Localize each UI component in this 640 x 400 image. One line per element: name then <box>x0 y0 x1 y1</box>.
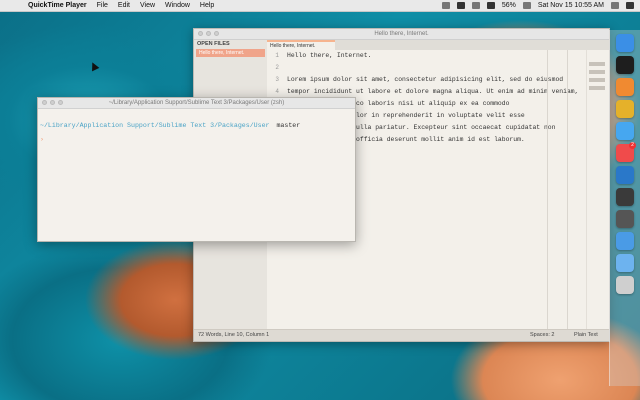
wifi-icon[interactable] <box>486 2 495 9</box>
minimap[interactable] <box>586 50 609 330</box>
indentation-status[interactable]: Spaces: 2 <box>530 332 554 338</box>
downloads-folder-icon[interactable] <box>616 254 634 272</box>
tab-hello[interactable]: Hello there, Internet. <box>267 40 335 50</box>
close-button[interactable] <box>198 31 203 36</box>
dock: 2 <box>609 30 640 386</box>
terminal-window: ~/Library/Application Support/Sublime Te… <box>37 97 356 242</box>
code-line: Lorem ipsum dolor sit amet, consectetur … <box>287 76 564 83</box>
terminal-titlebar[interactable]: ~/Library/Application Support/Sublime Te… <box>38 98 355 109</box>
folder-blue-icon[interactable] <box>616 232 634 250</box>
line-number: 2 <box>275 64 279 71</box>
gold-app-icon[interactable] <box>616 100 634 118</box>
sublime-text-icon[interactable] <box>616 78 634 96</box>
flag-icon[interactable] <box>522 2 531 9</box>
calendar-badge: 2 <box>629 142 636 149</box>
status-icon-3[interactable] <box>471 2 480 9</box>
code-line: Hello there, Internet. <box>287 52 372 59</box>
menu-view[interactable]: View <box>140 2 155 9</box>
menu-bar: QuickTime Player File Edit View Window H… <box>0 0 640 12</box>
minimize-button[interactable] <box>50 100 55 105</box>
terminal-title: ~/Library/Application Support/Sublime Te… <box>108 100 285 106</box>
calendar-icon[interactable]: 2 <box>616 142 636 162</box>
zoom-button[interactable] <box>58 100 63 105</box>
search-icon[interactable] <box>611 2 619 9</box>
git-branch: master <box>276 122 301 129</box>
status-left: 72 Words, Line 10, Column 1 <box>198 332 270 338</box>
zoom-button[interactable] <box>214 31 219 36</box>
terminal-icon[interactable] <box>616 56 634 74</box>
minimize-button[interactable] <box>206 31 211 36</box>
status-area: 56% Sat Nov 15 10:55 AM <box>441 2 634 9</box>
minimap-block <box>589 86 605 90</box>
trash-icon[interactable] <box>616 276 634 294</box>
notification-center-icon[interactable] <box>626 2 634 9</box>
clock[interactable]: Sat Nov 15 10:55 AM <box>538 2 604 9</box>
ruler-guide <box>567 50 568 330</box>
minimap-block <box>589 70 605 74</box>
menu-file[interactable]: File <box>97 2 108 9</box>
sublime-titlebar[interactable]: Hello there, Internet. <box>194 29 609 40</box>
close-button[interactable] <box>42 100 47 105</box>
photo-icon[interactable] <box>616 210 634 228</box>
line-number: 1 <box>275 52 279 59</box>
quicktime-icon[interactable] <box>616 166 634 184</box>
minimap-block <box>589 62 605 66</box>
messages-icon[interactable] <box>616 122 634 140</box>
menu-edit[interactable]: Edit <box>118 2 130 9</box>
status-icon-2[interactable] <box>456 2 465 9</box>
battery-percent[interactable]: 56% <box>502 2 516 9</box>
status-bar: 72 Words, Line 10, Column 1 Spaces: 2 Pl… <box>194 329 609 341</box>
finder-icon[interactable] <box>616 34 634 52</box>
open-files-header: OPEN FILES <box>197 41 230 47</box>
line-number: 3 <box>275 76 279 83</box>
menu-window[interactable]: Window <box>165 2 190 9</box>
open-file-item[interactable]: Hello there, Internet. <box>196 49 265 57</box>
minimap-block <box>589 78 605 82</box>
sublime-window-title: Hello there, Internet. <box>374 31 429 37</box>
menu-help[interactable]: Help <box>200 2 214 9</box>
syntax-status[interactable]: Plain Text <box>574 332 598 338</box>
ruler-guide <box>547 50 548 330</box>
terminal-path: ~/Library/Application Support/Sublime Te… <box>40 122 270 129</box>
tab-bar: Hello there, Internet. <box>267 40 609 50</box>
app-menu[interactable]: QuickTime Player <box>28 2 87 9</box>
status-icon-1[interactable] <box>441 2 450 9</box>
terminal-output[interactable]: ~/Library/Application Support/Sublime Te… <box>40 122 300 129</box>
folder-dark-icon[interactable] <box>616 188 634 206</box>
terminal-prompt: › <box>40 136 44 143</box>
